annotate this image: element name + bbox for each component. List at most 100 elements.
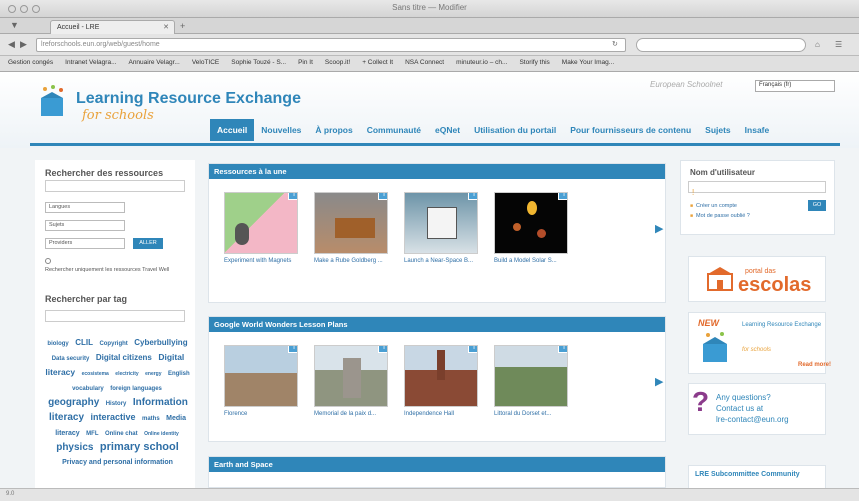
tag-link[interactable]: Digital citizens (96, 353, 152, 362)
bookmark-item[interactable]: minuteur.io – ch... (456, 59, 507, 68)
bookmark-item[interactable]: Storify this (519, 59, 549, 68)
browser-tab[interactable]: Accueil - LRE ✕ (50, 20, 175, 34)
bookmark-item[interactable]: NSA Connect (405, 59, 444, 68)
info-badge-icon[interactable]: i (288, 193, 297, 200)
tag-link[interactable]: electricity (115, 371, 138, 377)
resource-thumbnail[interactable]: i (494, 192, 568, 254)
tab-list-icon[interactable]: ▼ (10, 20, 19, 30)
resource-card[interactable]: i Independence Hall (404, 345, 482, 418)
username-input[interactable]: ! (688, 181, 826, 197)
resource-search-input[interactable] (45, 180, 185, 192)
info-badge-icon[interactable]: i (558, 346, 567, 353)
tag-link[interactable]: physics (56, 442, 93, 453)
home-icon[interactable]: ⌂ (815, 40, 820, 49)
forward-icon[interactable]: ▶ (20, 39, 27, 50)
community-box[interactable]: LRE Subcommittee Community (688, 465, 826, 489)
resource-card[interactable]: i Littoral du Dorset et... (494, 345, 572, 418)
tag-link[interactable]: ecosistema (82, 371, 109, 377)
resource-title[interactable]: Make a Rube Goldberg ... (314, 257, 392, 265)
site-title[interactable]: Learning Resource Exchange (76, 90, 301, 108)
search-go-button[interactable]: ALLER (133, 238, 163, 249)
resource-thumbnail[interactable]: i (404, 192, 478, 254)
tag-link[interactable]: MFL (86, 431, 98, 437)
bookmark-item[interactable]: VeloTICE (192, 59, 219, 68)
tag-link[interactable]: History (106, 401, 127, 407)
provider-filter-select[interactable]: Providers (45, 238, 125, 249)
new-tab-icon[interactable]: + (180, 21, 185, 31)
bookmark-item[interactable]: Make Your Imag... (562, 59, 614, 68)
tag-link[interactable]: energy (145, 371, 161, 377)
menu-icon[interactable]: ☰ (835, 40, 842, 49)
close-tab-icon[interactable]: ✕ (163, 23, 169, 31)
tag-search-input[interactable] (45, 310, 185, 322)
resource-card[interactable]: i Build a Model Solar S... (494, 192, 572, 265)
tag-link[interactable]: foreign languages (110, 386, 162, 392)
nav-item-3[interactable]: Communauté (360, 119, 428, 141)
nav-item-5[interactable]: Utilisation du portail (467, 119, 563, 141)
tag-link[interactable]: Data security (52, 356, 90, 362)
reload-icon[interactable]: ↻ (612, 40, 618, 48)
url-input[interactable]: lreforschools.eun.org/web/guest/home (36, 38, 626, 52)
bookmark-item[interactable]: + Collect It (362, 59, 393, 68)
read-more-link[interactable]: Read more! (798, 362, 831, 368)
browser-search-input[interactable] (636, 38, 806, 52)
tag-link[interactable]: Online identity (144, 431, 179, 437)
tag-link[interactable]: geography (48, 397, 99, 408)
lre-logo-icon[interactable] (35, 84, 71, 120)
carousel-next-icon[interactable]: ▶ (655, 222, 663, 235)
back-icon[interactable]: ◀ (8, 39, 15, 50)
resource-thumbnail[interactable]: i (224, 192, 298, 254)
resource-title[interactable]: Build a Model Solar S... (494, 257, 572, 265)
bookmark-item[interactable]: Sophie Touzé - S... (231, 59, 286, 68)
language-filter-select[interactable]: Langues (45, 202, 125, 213)
tag-link[interactable]: biology (47, 341, 68, 347)
info-badge-icon[interactable]: i (468, 346, 477, 353)
tag-link[interactable]: Copyright (99, 341, 127, 347)
contact-email-link[interactable]: lre-contact@eun.org (716, 414, 789, 425)
resource-title[interactable]: Florence (224, 410, 302, 418)
tag-link[interactable]: primary school (100, 441, 179, 453)
tag-link[interactable]: interactive (91, 412, 136, 422)
resource-title[interactable]: Memorial de la paix d... (314, 410, 392, 418)
subject-filter-select[interactable]: Sujets (45, 220, 125, 231)
nav-item-4[interactable]: eQNet (428, 119, 467, 141)
bookmark-item[interactable]: Annuaire Velagr... (128, 59, 179, 68)
nav-item-8[interactable]: Insafe (738, 119, 777, 141)
forgot-password-link[interactable]: Mot de passe oublié ? (690, 213, 750, 219)
nav-item-2[interactable]: À propos (308, 119, 359, 141)
nav-item-1[interactable]: Nouvelles (254, 119, 308, 141)
resource-card[interactable]: i Florence (224, 345, 302, 418)
resource-thumbnail[interactable]: i (494, 345, 568, 407)
info-badge-icon[interactable]: i (558, 193, 567, 200)
resource-card[interactable]: i Make a Rube Goldberg ... (314, 192, 392, 265)
carousel-next-icon[interactable]: ▶ (655, 375, 663, 388)
resource-card[interactable]: i Experiment with Magnets (224, 192, 302, 265)
resource-title[interactable]: Independence Hall (404, 410, 482, 418)
european-schoolnet-logo[interactable]: European Schoolnet (650, 80, 723, 89)
resource-thumbnail[interactable]: i (314, 345, 388, 407)
login-go-button[interactable]: GO (808, 200, 826, 211)
travel-well-checkbox[interactable] (45, 258, 51, 264)
info-badge-icon[interactable]: i (378, 346, 387, 353)
tag-link[interactable]: maths (142, 416, 160, 422)
create-account-link[interactable]: Créer un compte (690, 203, 737, 209)
bookmark-item[interactable]: Intranet Velagra... (65, 59, 116, 68)
resource-card[interactable]: i Memorial de la paix d... (314, 345, 392, 418)
resource-title[interactable]: Launch a Near-Space B... (404, 257, 482, 265)
tag-link[interactable]: Online chat (105, 431, 138, 437)
resource-thumbnail[interactable]: i (224, 345, 298, 407)
bookmark-item[interactable]: Gestion congés (8, 59, 53, 68)
resource-title[interactable]: Littoral du Dorset et... (494, 410, 572, 418)
nav-item-7[interactable]: Sujets (698, 119, 738, 141)
info-badge-icon[interactable]: i (468, 193, 477, 200)
bookmark-item[interactable]: Scoop.it! (325, 59, 350, 68)
resource-thumbnail[interactable]: i (404, 345, 478, 407)
nav-item-0[interactable]: Accueil (210, 119, 255, 141)
resource-thumbnail[interactable]: i (314, 192, 388, 254)
language-select[interactable]: Français (fr) (755, 80, 835, 92)
tag-link[interactable]: CLIL (75, 338, 93, 347)
info-badge-icon[interactable]: i (378, 193, 387, 200)
nav-item-6[interactable]: Pour fournisseurs de contenu (563, 119, 698, 141)
tag-link[interactable]: Privacy and personal information (62, 459, 173, 466)
resource-card[interactable]: i Launch a Near-Space B... (404, 192, 482, 265)
